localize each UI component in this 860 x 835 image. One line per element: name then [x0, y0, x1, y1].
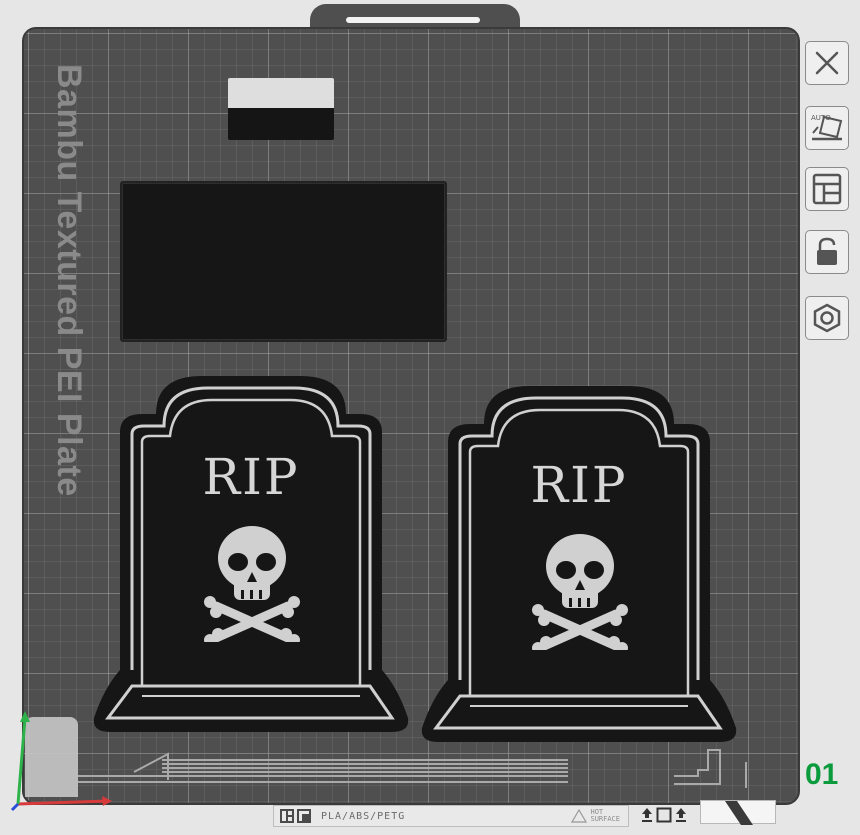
lock-plate-button[interactable] [805, 230, 849, 274]
plate-corner-shape [725, 801, 753, 825]
arrange-button[interactable] [805, 167, 849, 211]
square-icon [656, 807, 672, 823]
upload-icon [676, 808, 686, 822]
swatch-light [228, 78, 334, 108]
auto-orient-icon: AUTO [811, 114, 843, 141]
plate-settings-button[interactable] [805, 296, 849, 340]
arrange-layout-icon [812, 173, 842, 205]
z-axis-line [10, 802, 20, 812]
swatch-dark [228, 108, 334, 140]
lock-icon [817, 237, 837, 265]
plate-number[interactable]: 01 [805, 758, 838, 792]
color-swatch-block[interactable] [228, 78, 334, 140]
plate-name-label: Bambu Textured PEI Plate [50, 64, 88, 497]
plate-layout-icon [280, 809, 294, 823]
close-plate-button[interactable] [805, 41, 849, 85]
purge-lines [78, 749, 747, 788]
upload-icon [642, 808, 652, 822]
filament-compat-text: PLA/ABS/PETG [321, 810, 406, 822]
tombstone-rip-text: RIP [530, 456, 628, 514]
warning-triangle-icon [571, 809, 588, 823]
plate-corner-piece [700, 800, 776, 825]
tombstone-object[interactable]: RIP [92, 370, 410, 734]
skull-crossbones-icon [532, 534, 628, 650]
close-icon [815, 51, 839, 75]
surface-text: SURFACE [590, 815, 620, 823]
plate-status-bar: PLA/ABS/PETG HOT SURFACE [273, 805, 629, 827]
plate-type-icon [297, 809, 311, 823]
black-panel-object[interactable] [120, 181, 447, 342]
plate-end-icons [641, 807, 687, 823]
tombstone-object[interactable]: RIP [420, 380, 738, 744]
auto-orient-button[interactable]: AUTO [805, 106, 849, 150]
x-axis-line [17, 799, 109, 806]
hot-surface-warning: HOT SURFACE [571, 809, 620, 823]
y-axis-line [16, 717, 27, 805]
skull-crossbones-icon [204, 526, 300, 642]
tombstone-rip-text: RIP [202, 448, 300, 506]
plate-handle-bar [346, 17, 480, 23]
hex-nut-settings-icon [813, 303, 841, 333]
